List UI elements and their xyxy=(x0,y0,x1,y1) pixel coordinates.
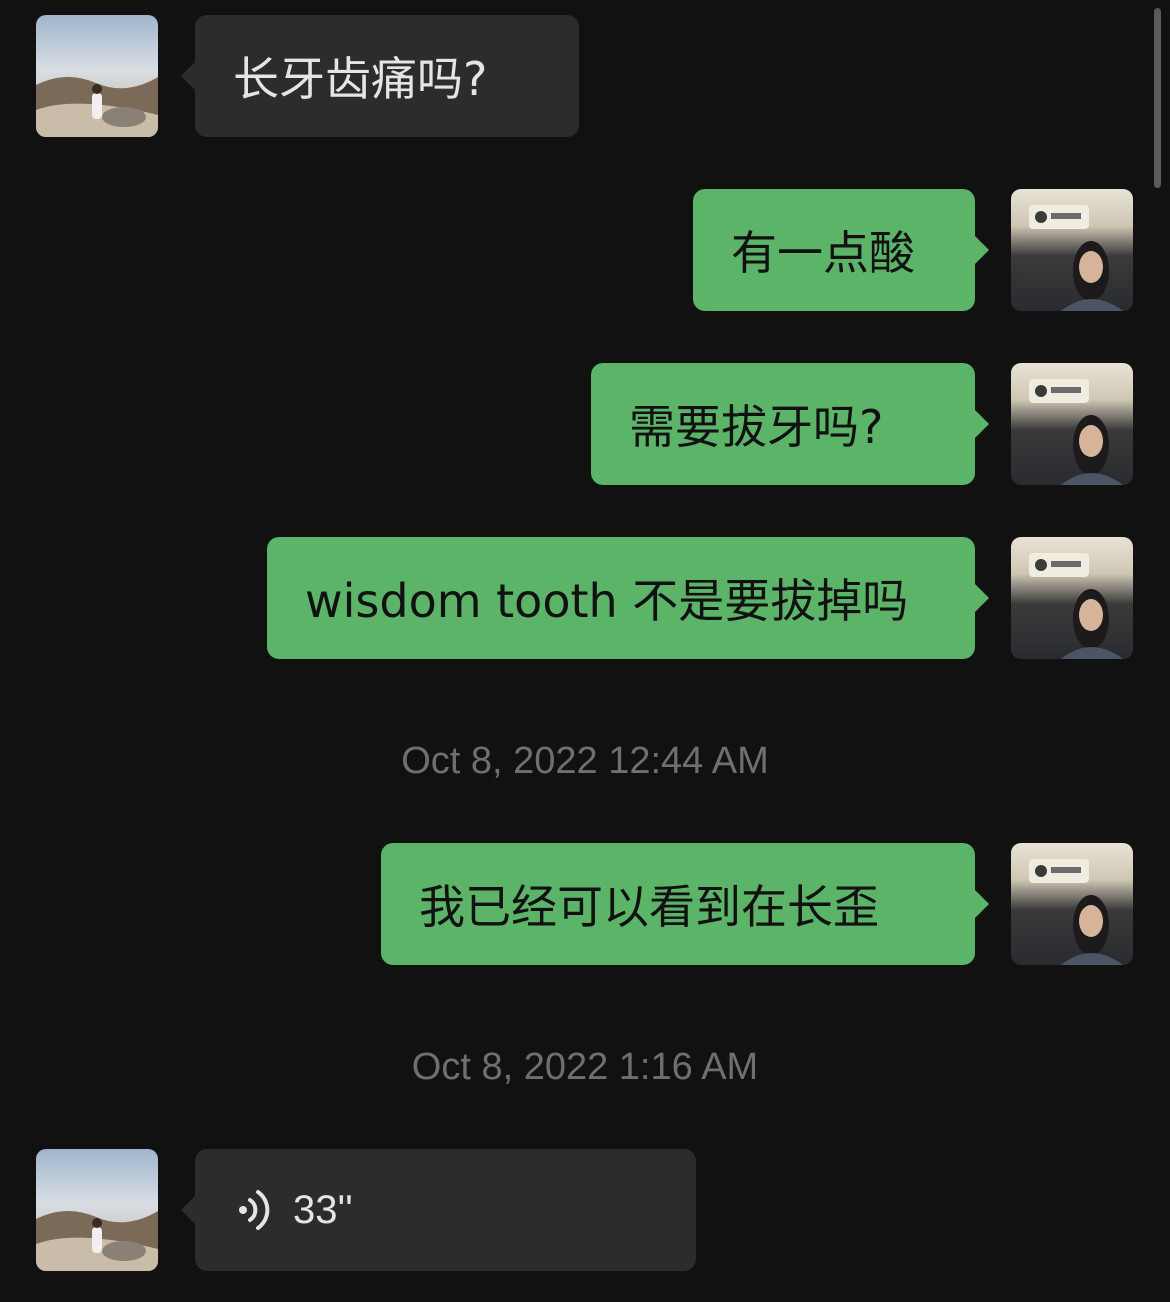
contact-avatar[interactable] xyxy=(36,1149,158,1271)
message-timestamp: Oct 8, 2022 1:16 AM xyxy=(411,1046,759,1088)
self-avatar-image xyxy=(1011,363,1133,485)
message-bubble-outgoing[interactable]: 需要拔牙吗? xyxy=(591,363,989,485)
contact-avatar-image xyxy=(36,1149,158,1271)
contact-avatar-image xyxy=(36,15,158,137)
contact-avatar[interactable] xyxy=(36,15,158,137)
self-avatar[interactable] xyxy=(1011,843,1133,965)
message-text: 有一点酸 xyxy=(731,226,915,280)
self-avatar[interactable] xyxy=(1011,363,1133,485)
self-avatar[interactable] xyxy=(1011,189,1133,311)
voice-duration: 33'' xyxy=(293,1187,353,1232)
message-timestamp: Oct 8, 2022 12:44 AM xyxy=(401,740,769,782)
message-text: 需要拔牙吗? xyxy=(629,400,884,454)
message-text: 长牙齿痛吗? xyxy=(233,52,488,106)
message-bubble-outgoing[interactable]: wisdom tooth 不是要拔掉吗 xyxy=(267,537,989,659)
voice-message-bubble[interactable]: 33'' xyxy=(181,1149,696,1271)
message-text: wisdom tooth 不是要拔掉吗 xyxy=(305,574,909,628)
message-text: 我已经可以看到在长歪 xyxy=(419,880,879,934)
self-avatar-image xyxy=(1011,189,1133,311)
scrollbar[interactable] xyxy=(1154,8,1161,188)
voice-wave-icon xyxy=(235,1186,271,1234)
self-avatar-image xyxy=(1011,843,1133,965)
self-avatar-image xyxy=(1011,537,1133,659)
message-bubble-outgoing[interactable]: 有一点酸 xyxy=(693,189,989,311)
message-bubble-outgoing[interactable]: 我已经可以看到在长歪 xyxy=(381,843,989,965)
message-bubble-incoming[interactable]: 长牙齿痛吗? xyxy=(181,15,579,137)
self-avatar[interactable] xyxy=(1011,537,1133,659)
